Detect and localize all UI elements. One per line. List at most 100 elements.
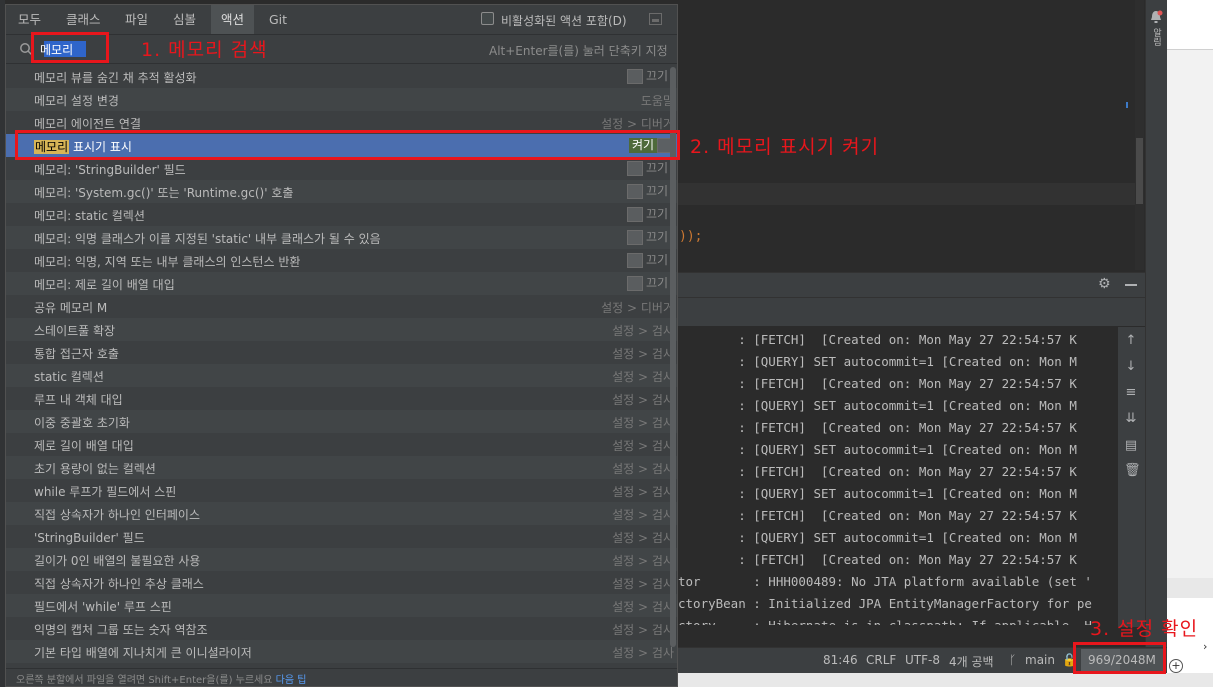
tab-all[interactable]: 모두 bbox=[8, 5, 51, 34]
git-branch-icon: ᚴ bbox=[1009, 653, 1017, 667]
console-line: : [QUERY] SET autocommit=1 [Created on: … bbox=[678, 486, 1077, 501]
run-panel-toolbar bbox=[678, 298, 1145, 326]
result-row[interactable]: 직접 상속자가 하나인 인터페이스 설정 > 검사 bbox=[6, 502, 677, 525]
result-row[interactable]: while 루프가 필드에서 스핀 설정 > 검사 bbox=[6, 479, 677, 502]
editor-scrollbar-thumb[interactable] bbox=[1136, 138, 1143, 204]
tab-classes[interactable]: 클래스 bbox=[56, 5, 111, 34]
arrow-up-icon[interactable]: ↑ bbox=[1124, 334, 1138, 348]
code-fragment-text: )); bbox=[679, 229, 703, 244]
print-icon[interactable]: ▤ bbox=[1124, 439, 1138, 453]
result-row[interactable]: static 컬렉션 설정 > 검사 bbox=[6, 364, 677, 387]
toggle-switch[interactable]: 끄기 bbox=[627, 230, 675, 245]
annotation-step2: 2. 메모리 표시기 켜기 bbox=[690, 136, 880, 158]
include-disabled-checkbox[interactable] bbox=[481, 12, 494, 25]
result-row[interactable]: 필드에서 'while' 루프 스핀 설정 > 검사 bbox=[6, 594, 677, 617]
zoom-in-icon[interactable]: + bbox=[1169, 659, 1183, 673]
soft-wrap-icon[interactable]: ≡ bbox=[1124, 386, 1138, 400]
result-row[interactable]: 메모리: 익명 클래스가 이를 지정된 'static' 내부 클래스가 될 수… bbox=[6, 226, 677, 249]
result-row[interactable]: 초기 용량이 없는 컬렉션 설정 > 검사 bbox=[6, 456, 677, 479]
console-line: : [FETCH] [Created on: Mon May 27 22:54:… bbox=[678, 508, 1077, 523]
scroll-to-end-icon[interactable]: ⇊ bbox=[1124, 412, 1138, 426]
minimize-icon[interactable] bbox=[1125, 284, 1137, 286]
result-row[interactable]: 공유 메모리 M 설정 > 디버거 bbox=[6, 295, 677, 318]
result-row[interactable]: 메모리: static 컬렉션 끄기 bbox=[6, 203, 677, 226]
bell-icon[interactable] bbox=[1149, 10, 1163, 24]
result-row[interactable]: 루프 내 객체 대입 설정 > 검사 bbox=[6, 387, 677, 410]
toggle-switch[interactable]: 끄기 bbox=[627, 184, 675, 199]
result-row[interactable]: 메모리: 익명, 지역 또는 내부 클래스의 인스턴스 반환 끄기 bbox=[6, 249, 677, 272]
result-row[interactable]: 익명의 캡처 그룹 또는 숫자 역참조 설정 > 검사 bbox=[6, 617, 677, 640]
result-row[interactable]: 길이가 0인 배열의 불필요한 사용 설정 > 검사 bbox=[6, 548, 677, 571]
git-branch[interactable]: main bbox=[1025, 653, 1055, 667]
toggle-knob bbox=[627, 161, 643, 176]
toggle-switch[interactable]: 끄기 bbox=[627, 69, 675, 84]
console-line: : [FETCH] [Created on: Mon May 27 22:54:… bbox=[678, 420, 1077, 435]
result-label: 직접 상속자가 하나인 인터페이스 bbox=[34, 508, 201, 522]
toggle-switch[interactable]: 끄기 bbox=[627, 161, 675, 176]
toggle-knob bbox=[627, 184, 643, 199]
result-label: 'StringBuilder' 필드 bbox=[34, 531, 145, 545]
search-tabs: 모두 클래스 파일 심볼 액션 Git 비활성화된 액션 포함(D) bbox=[6, 5, 677, 34]
console-line: : [QUERY] SET autocommit=1 [Created on: … bbox=[678, 398, 1077, 413]
result-location: 설정 > 검사 bbox=[612, 324, 674, 338]
toggle-switch[interactable]: 끄기 bbox=[627, 253, 675, 268]
toggle-switch[interactable]: 끄기 bbox=[627, 207, 675, 222]
result-label: 루프 내 객체 대입 bbox=[34, 393, 123, 407]
result-label: 메모리: 'StringBuilder' 필드 bbox=[34, 163, 186, 177]
tab-actions[interactable]: 액션 bbox=[211, 5, 255, 34]
result-label: 초기 용량이 없는 컬렉션 bbox=[34, 462, 156, 476]
result-row[interactable]: 메모리 설정 변경 도움말 bbox=[6, 88, 677, 111]
arrow-down-icon[interactable]: ↓ bbox=[1124, 360, 1138, 374]
toggle-label: 끄기 bbox=[646, 184, 669, 198]
result-location: 설정 > 검사 bbox=[612, 462, 674, 476]
result-row[interactable]: 직접 상속자가 하나인 추상 클래스 설정 > 검사 bbox=[6, 571, 677, 594]
editor-scrollbar[interactable] bbox=[1135, 0, 1144, 270]
result-location: 설정 > 검사 bbox=[612, 577, 674, 591]
tab-git[interactable]: Git bbox=[259, 5, 297, 34]
chevron-right-icon[interactable]: › bbox=[1203, 640, 1207, 653]
result-row[interactable]: 메모리: 'StringBuilder' 필드 끄기 bbox=[6, 157, 677, 180]
toggle-knob bbox=[627, 230, 643, 245]
toggle-knob bbox=[627, 276, 643, 291]
result-label: 공유 메모리 M bbox=[34, 301, 108, 315]
annotation-step3: 3. 설정 확인 bbox=[1090, 618, 1199, 640]
result-label: 메모리: 'System.gc()' 또는 'Runtime.gc()' 호출 bbox=[34, 186, 294, 200]
tab-symbols[interactable]: 심볼 bbox=[163, 5, 206, 34]
include-disabled-label[interactable]: 비활성화된 액션 포함(D) bbox=[501, 12, 627, 29]
annotation-step1: 1. 메모리 검색 bbox=[141, 39, 268, 61]
result-row[interactable]: 'StringBuilder' 필드 설정 > 검사 bbox=[6, 525, 677, 548]
trash-icon[interactable]: 🗑 bbox=[1124, 464, 1141, 478]
notifications-label[interactable]: 알림 bbox=[1149, 28, 1163, 46]
result-row[interactable]: 제로 길이 배열 대입 설정 > 검사 bbox=[6, 433, 677, 456]
result-label: 메모리: static 컬렉션 bbox=[34, 209, 145, 223]
line-separator[interactable]: CRLF bbox=[866, 653, 896, 667]
console-line: : [FETCH] [Created on: Mon May 27 22:54:… bbox=[678, 376, 1077, 391]
result-row[interactable]: 스테이트풀 확장 설정 > 검사 bbox=[6, 318, 677, 341]
console-line: : [QUERY] SET autocommit=1 [Created on: … bbox=[678, 530, 1077, 545]
result-location: 설정 > 검사 bbox=[612, 508, 674, 522]
annotation-box-memory-indicator bbox=[15, 130, 680, 160]
file-encoding[interactable]: UTF-8 bbox=[905, 653, 940, 667]
console-output[interactable]: : [FETCH] [Created on: Mon May 27 22:54:… bbox=[678, 327, 1118, 625]
pin-window-icon[interactable] bbox=[649, 13, 662, 25]
gear-icon[interactable]: ⚙ bbox=[1098, 277, 1112, 291]
result-row[interactable]: 메모리: 제로 길이 배열 대입 끄기 bbox=[6, 272, 677, 295]
caret-position[interactable]: 81:46 bbox=[823, 653, 858, 667]
result-row[interactable]: 기본 타입 배열에 지나치게 큰 이니셜라이저 설정 > 검사 bbox=[6, 640, 677, 663]
result-row[interactable]: 통합 접근자 호출 설정 > 검사 bbox=[6, 341, 677, 364]
result-label: while 루프가 필드에서 스핀 bbox=[34, 485, 177, 499]
console-line: : [QUERY] SET autocommit=1 [Created on: … bbox=[678, 442, 1077, 457]
toggle-switch[interactable]: 끄기 bbox=[627, 276, 675, 291]
result-row[interactable]: 메모리 뷰를 숨긴 채 추적 활성화 끄기 bbox=[6, 65, 677, 88]
console-line: : [FETCH] [Created on: Mon May 27 22:54:… bbox=[678, 464, 1077, 479]
result-location: 설정 > 검사 bbox=[612, 646, 674, 660]
console-line: : [FETCH] [Created on: Mon May 27 22:54:… bbox=[678, 552, 1077, 567]
result-row[interactable]: 이중 중괄호 초기화 설정 > 검사 bbox=[6, 410, 677, 433]
result-label: 필드에서 'while' 루프 스핀 bbox=[34, 600, 172, 614]
next-tip-link[interactable]: 다음 팁 bbox=[276, 675, 307, 686]
search-everywhere-popup: 모두 클래스 파일 심볼 액션 Git 비활성화된 액션 포함(D) Alt+E… bbox=[5, 4, 678, 687]
result-row[interactable]: 메모리: 'System.gc()' 또는 'Runtime.gc()' 호출 끄… bbox=[6, 180, 677, 203]
indent-setting[interactable]: 4개 공백 bbox=[949, 653, 994, 670]
annotation-box-search bbox=[31, 32, 109, 63]
tab-files[interactable]: 파일 bbox=[115, 5, 158, 34]
